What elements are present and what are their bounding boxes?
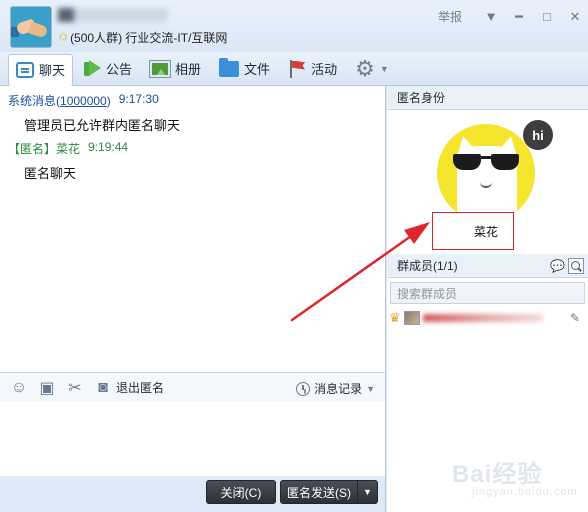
image-icon[interactable]: ▣ <box>38 378 56 398</box>
message-time: 9:19:44 <box>88 140 129 154</box>
group-subtitle-text: (500人群) 行业交流-IT/互联网 <box>70 30 228 45</box>
anonymous-identity-header: 匿名身份 <box>387 86 588 110</box>
message-input[interactable] <box>0 402 386 476</box>
close-icon[interactable]: ✕ <box>568 9 582 24</box>
message-time: 9:17:30 <box>118 92 159 106</box>
member-avatar <box>403 311 420 325</box>
tab-announcement[interactable]: 公告 <box>75 54 140 84</box>
window-controls: 举报 ▼ ━ □ ✕ <box>438 8 582 25</box>
album-icon <box>150 60 171 77</box>
close-button[interactable]: 关闭(C) <box>206 480 276 504</box>
watermark-sub: jingyan.baidu.com <box>472 486 578 498</box>
tab-activities[interactable]: 活动 <box>280 54 345 84</box>
tab-chat[interactable]: 聊天 <box>8 53 74 86</box>
chat-icon <box>16 61 34 78</box>
member-name-blurred <box>422 314 543 322</box>
group-avatar[interactable] <box>10 6 52 48</box>
tab-files[interactable]: 文件 <box>211 54 278 84</box>
anonymous-cat-avatar[interactable] <box>437 124 535 222</box>
report-button[interactable]: 举报 <box>438 8 462 25</box>
edit-icon[interactable]: ✎ <box>570 311 580 325</box>
anonymous-send-button[interactable]: 匿名发送(S) <box>280 480 358 504</box>
search-icon[interactable] <box>568 258 584 274</box>
system-id-link[interactable]: 1000000 <box>60 94 107 108</box>
title-bar: ✩ (500人群) 行业交流-IT/互联网 举报 ▼ ━ □ ✕ <box>0 0 588 52</box>
chevron-down-icon: ▼ <box>366 383 375 394</box>
system-message-header: 系统消息(1000000) 9:17:30 <box>8 92 159 108</box>
anonymous-message-header: 【匿名】菜花 9:19:44 <box>8 140 128 157</box>
gear-icon: ⚙ <box>355 55 375 81</box>
group-subtitle: ✩ (500人群) 行业交流-IT/互联网 <box>58 30 228 45</box>
member-list-item[interactable]: ♛ ✎ <box>389 308 586 328</box>
chat-bubble-icon[interactable]: 💬 <box>550 259 565 273</box>
system-sender: 系统消息 <box>8 94 57 108</box>
message-text: 管理员已允许群内匿名聊天 <box>24 118 181 133</box>
message-history-button[interactable]: 消息记录 ▼ <box>296 380 375 397</box>
message-history-label: 消息记录 <box>314 382 363 396</box>
tab-album-label: 相册 <box>175 62 202 77</box>
anonymous-name: 菜花 <box>473 224 498 239</box>
emoji-icon[interactable]: ☺ <box>10 379 28 397</box>
anonymous-name-box: 菜花 <box>432 212 514 250</box>
tab-files-label: 文件 <box>244 62 271 77</box>
scissors-icon[interactable]: ✂ <box>66 378 84 398</box>
maximize-icon[interactable]: □ <box>540 9 554 24</box>
chevron-down-icon: ▼ <box>379 63 389 74</box>
tab-announcement-label: 公告 <box>106 62 133 77</box>
tab-chat-label: 聊天 <box>39 63 66 78</box>
send-options-button[interactable]: ▼ <box>357 480 378 504</box>
star-icon: ✩ <box>58 30 69 44</box>
minimize-icon[interactable]: ━ <box>512 9 526 24</box>
input-toolbar: ☺ ▣ ✂ ◙ 退出匿名 消息记录 ▼ <box>0 372 386 402</box>
exit-anonymous-button[interactable]: ◙ 退出匿名 <box>94 379 164 397</box>
message-text: 匿名聊天 <box>24 166 77 181</box>
anonymous-sender[interactable]: 【匿名】菜花 <box>8 140 80 157</box>
chevron-down-icon: ▼ <box>363 487 372 497</box>
settings-menu[interactable]: ⚙ ▼ <box>347 54 397 84</box>
baidu-watermark: Bai经验 jingyan.baidu.com <box>452 452 582 508</box>
folder-icon <box>219 57 240 77</box>
watermark-main: Bai经验 <box>452 461 543 488</box>
tab-activities-label: 活动 <box>311 62 338 77</box>
chevron-down-icon[interactable]: ▼ <box>484 9 498 24</box>
clock-icon <box>296 381 311 396</box>
anonymous-mask-icon: ◙ <box>98 378 108 396</box>
chat-message-area[interactable]: 系统消息(1000000) 9:17:30 管理员已允许群内匿名聊天 【匿名】菜… <box>0 86 386 372</box>
flag-icon <box>288 59 306 78</box>
group-toolbar: 聊天 公告 相册 文件 活动 ⚙ ▼ <box>0 52 588 86</box>
hi-bubble-icon: hi <box>523 120 553 150</box>
member-search-input[interactable]: 搜索群成员 <box>390 282 585 304</box>
group-name-blurred <box>58 8 168 22</box>
bottom-bar: 关闭(C) 匿名发送(S) ▼ <box>0 476 386 512</box>
exit-anonymous-label: 退出匿名 <box>116 381 165 395</box>
owner-icon: ♛ <box>389 310 401 325</box>
tab-album[interactable]: 相册 <box>142 54 209 84</box>
megaphone-icon <box>83 59 102 78</box>
right-panel: 匿名身份 hi 菜花 群成员(1/1) 💬 搜索群成员 ♛ ✎ <box>387 86 588 512</box>
members-actions: 💬 <box>550 258 584 274</box>
